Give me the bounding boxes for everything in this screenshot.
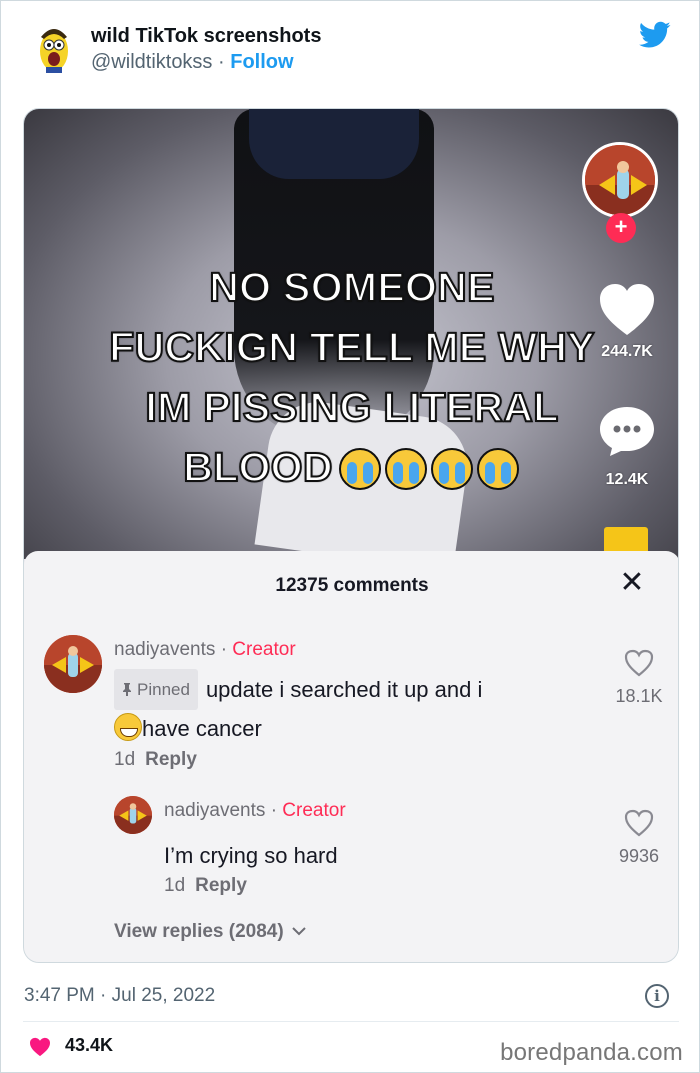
author-separator: · <box>270 800 278 821</box>
pinned-comment-body: Pinned update i searched it up and i have… <box>114 669 482 747</box>
pinned-comment-text-1: update i searched it up and i <box>205 677 483 702</box>
pinned-comment-like[interactable]: 18.1K <box>604 649 674 707</box>
video-person-shirt <box>254 395 474 573</box>
view-replies-label: View replies (2084) <box>114 921 284 942</box>
footer-divider <box>23 1021 679 1022</box>
reply-author-row: nadiyavents · Creator <box>164 800 346 822</box>
pinned-comment-meta: 1d Reply <box>114 749 197 771</box>
reply-button[interactable]: Reply <box>145 749 197 770</box>
like-count: 18.1K <box>615 686 663 706</box>
comment-age: 1d <box>164 875 186 896</box>
tiktok-video-frame[interactable]: NO SOMEONE FUCKIGN TELL ME WHY IM PISSIN… <box>24 109 678 573</box>
pinned-badge: Pinned <box>114 669 198 710</box>
account-name[interactable]: wild TikTok screenshots <box>91 25 321 48</box>
tweet-timestamp[interactable]: 3:47 PM · Jul 25, 2022 <box>24 985 215 1007</box>
account-handle-row: @wildtiktokss · Follow <box>91 51 294 74</box>
author-separator: · <box>220 639 228 660</box>
heart-outline-icon[interactable] <box>624 649 654 677</box>
video-person-hat <box>249 109 419 179</box>
twitter-bird-icon[interactable] <box>639 21 671 49</box>
close-icon[interactable]: ✕ <box>618 568 646 598</box>
watermark: boredpanda.com <box>500 1039 683 1066</box>
pinned-label: Pinned <box>137 680 190 699</box>
pin-icon <box>123 683 131 696</box>
video-comment-count: 12.4K <box>605 471 649 488</box>
creator-avatar-art <box>585 145 655 215</box>
chevron-down-icon <box>292 927 306 936</box>
tweet-header: wild TikTok screenshots @wildtiktokss · … <box>1 1 700 101</box>
reply-text: I’m crying so hard <box>164 843 338 868</box>
info-icon[interactable]: i <box>645 984 669 1008</box>
tweet-like-count[interactable]: 43.4K <box>65 1035 113 1056</box>
tweet-card: wild TikTok screenshots @wildtiktokss · … <box>0 0 700 1073</box>
view-replies-button[interactable]: View replies (2084) <box>114 921 307 943</box>
heart-icon[interactable] <box>29 1037 51 1057</box>
reply-button[interactable]: Reply <box>195 875 247 896</box>
creator-badge: Creator <box>282 800 346 821</box>
account-avatar[interactable] <box>31 23 77 73</box>
avatar-art <box>44 635 102 693</box>
account-handle[interactable]: @wildtiktokss <box>91 51 212 73</box>
pinned-comment-avatar[interactable] <box>44 635 102 693</box>
heart-outline-icon[interactable] <box>624 809 654 837</box>
creator-badge: Creator <box>232 639 296 660</box>
grinning-face-icon <box>114 713 142 741</box>
tweet-media[interactable]: NO SOMEONE FUCKIGN TELL ME WHY IM PISSIN… <box>23 108 679 963</box>
comment-author[interactable]: nadiyavents <box>114 639 215 660</box>
pinned-comment-author-row: nadiyavents · Creator <box>114 639 296 661</box>
reply-meta: 1d Reply <box>164 875 247 897</box>
like-heart-icon[interactable] <box>598 283 656 337</box>
like-count: 9936 <box>618 846 660 866</box>
reply-like[interactable]: 9936 <box>604 809 674 867</box>
follow-creator-plus-button[interactable]: + <box>606 213 636 243</box>
crying-face-icon <box>476 448 519 491</box>
pinned-comment-text-2: have cancer <box>142 716 262 741</box>
handle-separator: · <box>218 51 225 73</box>
avatar-art <box>114 796 152 834</box>
comments-sheet: 12375 comments ✕ nadiyavents · Creator P… <box>24 551 678 962</box>
video-like-count: 244.7K <box>601 343 653 360</box>
comment-age: 1d <box>114 749 136 770</box>
follow-button[interactable]: Follow <box>230 51 293 73</box>
comment-author[interactable]: nadiyavents <box>164 800 265 821</box>
comment-bubble-icon[interactable] <box>598 405 656 457</box>
comments-count-title: 12375 comments <box>275 575 429 596</box>
reply-avatar[interactable] <box>114 796 152 834</box>
creator-avatar[interactable] <box>582 142 658 218</box>
